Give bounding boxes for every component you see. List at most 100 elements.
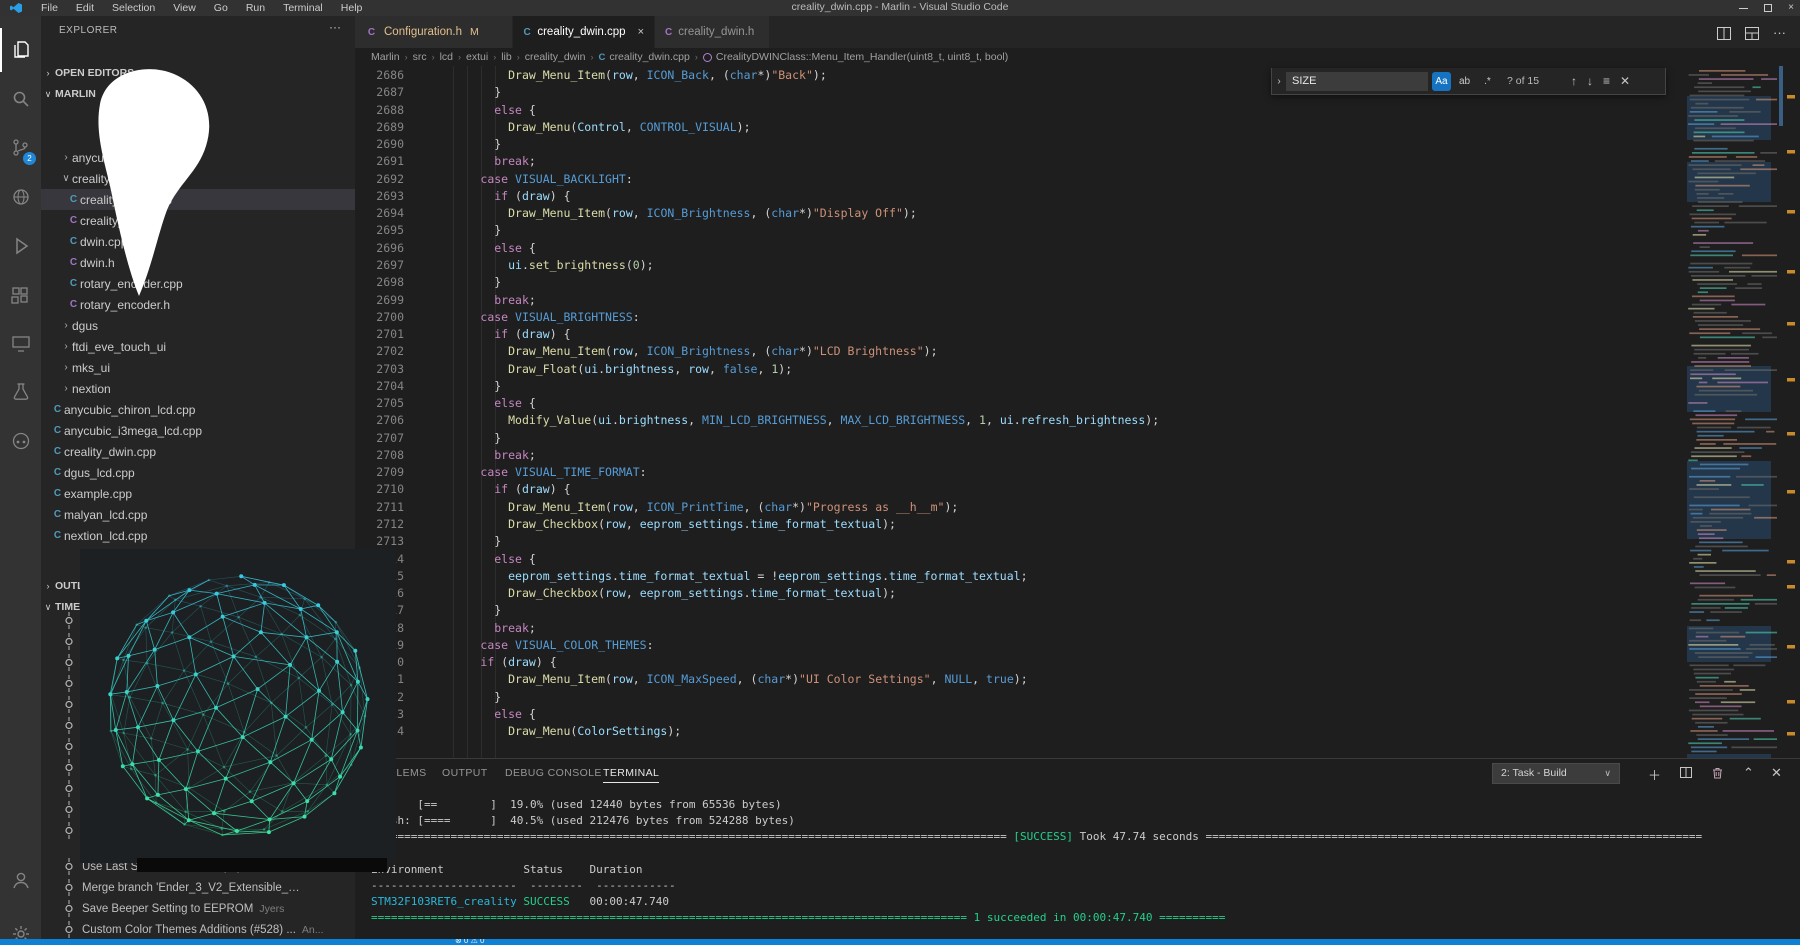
line-number: 2712 (355, 516, 404, 533)
line-number: 2697 (355, 257, 404, 274)
minimize-icon[interactable] (1739, 8, 1748, 9)
activity-run-debug-icon[interactable] (0, 224, 41, 268)
breadcrumb-symbol[interactable]: CrealityDWINClass::Menu_Item_Handler(uin… (716, 51, 1008, 63)
tab-creality_dwin.cpp[interactable]: Ccreality_dwin.cpp× (513, 16, 655, 48)
timeline-item[interactable]: Save Beeper Setting to EEPROMJyers (41, 898, 355, 919)
tree-item-anycubic_chiron_lcd.cpp[interactable]: Canycubic_chiron_lcd.cpp (41, 399, 355, 420)
breadcrumb-item[interactable]: lcd (440, 51, 453, 63)
timeline-item-meta: Jyers (259, 903, 284, 915)
breadcrumb-separator: › (590, 52, 593, 62)
next-match-icon[interactable]: ↓ (1587, 74, 1593, 88)
more-actions-icon[interactable]: ··· (1773, 24, 1786, 42)
breadcrumb-item[interactable]: Marlin (371, 51, 400, 63)
editor-layout-icon[interactable] (1745, 27, 1759, 40)
sidebar-title: EXPLORER (59, 25, 117, 36)
maximize-icon[interactable] (1764, 4, 1772, 12)
tree-item-label: dgus (72, 319, 98, 333)
timeline-item[interactable]: Custom Color Themes Additions (#528) ...… (41, 919, 355, 939)
close-tab-icon[interactable]: × (638, 26, 644, 38)
breadcrumb-item[interactable]: extui (466, 51, 488, 63)
split-terminal-icon[interactable] (1680, 767, 1692, 778)
line-number: 2708 (355, 447, 404, 464)
find-widget: › SIZE Aa ab .* ? of 15 ↑ ↓ ≡ ✕ (1271, 68, 1666, 95)
close-window-icon[interactable]: × (1788, 3, 1794, 13)
maximize-panel-icon[interactable]: ⌃ (1743, 765, 1754, 781)
tree-item-creality_dwin.cpp[interactable]: Ccreality_dwin.cpp (41, 441, 355, 462)
cpp-file-icon: C (51, 467, 64, 478)
code-line: 2711 Draw_Menu_Item(row, ICON_PrintTime,… (355, 499, 1685, 516)
problems-status[interactable]: ⊗ 0 ⚠ 0 (455, 939, 484, 945)
git-commit-icon (63, 822, 75, 839)
activity-account-icon[interactable] (0, 858, 41, 902)
code-editor[interactable]: 2686 Draw_Menu_Item(row, ICON_Back, (cha… (355, 66, 1685, 758)
activity-source-control-icon[interactable]: 2 (0, 126, 41, 170)
timeline-item[interactable]: Merge branch 'Ender_3_V2_Extensible_UI' … (41, 877, 355, 898)
whole-word-toggle[interactable]: ab (1455, 72, 1474, 91)
find-input[interactable]: SIZE (1286, 72, 1428, 91)
activity-platformio-icon[interactable] (0, 419, 41, 463)
kill-terminal-icon[interactable] (1712, 767, 1723, 779)
code-text: } (425, 602, 501, 619)
tree-item-nextion_lcd.cpp[interactable]: Cnextion_lcd.cpp (41, 525, 355, 546)
line-number: 2692 (355, 171, 404, 188)
activity-search-icon[interactable] (0, 77, 41, 121)
terminal-line: Flash: [==== ] 40.5% (used 212476 bytes … (371, 813, 795, 829)
terminal-profile-select[interactable]: 2: Task - Build ∨ (1492, 763, 1620, 784)
code-text: } (425, 689, 501, 706)
regex-toggle[interactable]: .* (1478, 72, 1497, 91)
breadcrumb-item[interactable]: creality_dwin (525, 51, 586, 63)
tab-label: creality_dwin.cpp (537, 26, 625, 38)
toggle-replace-icon[interactable]: › (1272, 76, 1286, 87)
new-terminal-icon[interactable]: ＋ (1648, 765, 1661, 784)
tree-item-dgus[interactable]: ›dgus (41, 315, 355, 336)
split-editor-icon[interactable] (1717, 27, 1731, 40)
breadcrumb-item[interactable]: src (413, 51, 427, 63)
chevron-right-icon: › (41, 581, 55, 591)
breadcrumb-item[interactable]: lib (501, 51, 512, 63)
line-number: 2686 (355, 67, 404, 84)
panel-tab-output[interactable]: OUTPUT (442, 767, 488, 779)
tab-Configuration.h[interactable]: CConfiguration.hM (355, 16, 513, 48)
activity-globe-icon[interactable] (0, 175, 41, 219)
platformio-icon (9, 429, 33, 453)
overview-ruler[interactable] (1777, 66, 1800, 758)
match-case-toggle[interactable]: Aa (1432, 72, 1451, 91)
sidebar-more-actions-icon[interactable]: ··· (329, 20, 341, 34)
tree-item-malyan_lcd.cpp[interactable]: Cmalyan_lcd.cpp (41, 504, 355, 525)
chevron-right-icon: › (60, 341, 72, 352)
panel-tab-terminal[interactable]: TERMINAL (603, 767, 659, 783)
code-text: Draw_Checkbox(row, eeprom_settings.time_… (425, 585, 896, 602)
tree-item-dgus_lcd.cpp[interactable]: Cdgus_lcd.cpp (41, 462, 355, 483)
code-text: case VISUAL_BRIGHTNESS: (425, 309, 640, 326)
breadcrumb-separator: › (493, 52, 496, 62)
previous-match-icon[interactable]: ↑ (1571, 74, 1577, 88)
code-text: break; (425, 292, 536, 309)
code-line: 2709 case VISUAL_TIME_FORMAT: (355, 464, 1685, 481)
tree-item-label: dgus_lcd.cpp (64, 466, 135, 480)
panel-tab-debug-console[interactable]: DEBUG CONSOLE (505, 767, 602, 779)
tree-item-anycubic_i3mega_lcd.cpp[interactable]: Canycubic_i3mega_lcd.cpp (41, 420, 355, 441)
activity-extensions-icon[interactable] (0, 273, 41, 317)
activity-files-icon[interactable] (0, 28, 41, 72)
tree-item-example.cpp[interactable]: Cexample.cpp (41, 483, 355, 504)
editor-tab-bar: ··· CConfiguration.hMCcreality_dwin.cpp×… (355, 16, 1800, 48)
line-number: 2703 (355, 361, 404, 378)
code-text: else { (425, 102, 536, 119)
tree-item-ftdi_eve_touch_ui[interactable]: ›ftdi_eve_touch_ui (41, 336, 355, 357)
tree-item-mks_ui[interactable]: ›mks_ui (41, 357, 355, 378)
code-text: Draw_Menu(Control, CONTROL_VISUAL); (425, 119, 751, 136)
white-blob-overlay (70, 62, 230, 312)
code-line: 2721 Draw_Menu_Item(row, ICON_MaxSpeed, … (355, 671, 1685, 688)
terminal-line: ========================================… (371, 910, 1225, 926)
breadcrumb-file[interactable]: creality_dwin.cpp (609, 51, 690, 63)
tab-creality_dwin.h[interactable]: Ccreality_dwin.h (655, 16, 770, 48)
tree-item-nextion[interactable]: ›nextion (41, 378, 355, 399)
activity-remote-explorer-icon[interactable] (0, 322, 41, 366)
close-find-icon[interactable]: ✕ (1620, 74, 1630, 88)
close-panel-icon[interactable]: ✕ (1771, 765, 1782, 781)
minimap[interactable] (1685, 66, 1777, 758)
breadcrumb[interactable]: Marlin›src›lcd›extui›lib›creality_dwin›C… (355, 48, 1685, 66)
activity-beaker-icon[interactable] (0, 370, 41, 414)
find-in-selection-icon[interactable]: ≡ (1603, 74, 1610, 88)
code-text: if (draw) { (425, 481, 571, 498)
